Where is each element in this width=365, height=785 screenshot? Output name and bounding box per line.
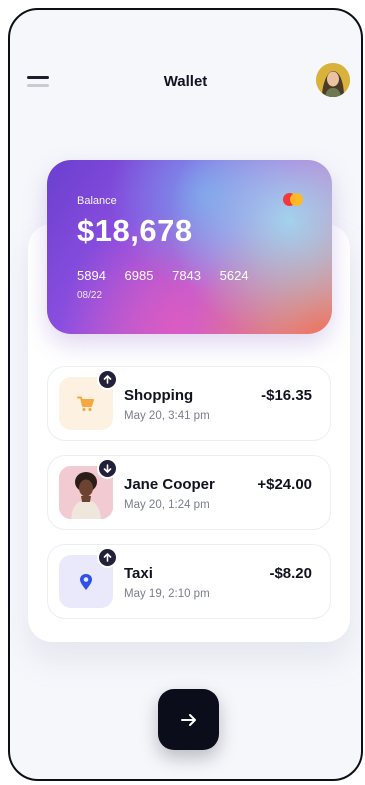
phone-frame: Wallet Balance $18,678 5894 6985 7843 56…: [8, 8, 363, 781]
user-avatar[interactable]: [316, 63, 350, 97]
transaction-amount: -$8.20: [269, 565, 312, 582]
arrow-right-icon: [180, 713, 196, 726]
transaction-amount: -$16.35: [261, 387, 312, 404]
mastercard-icon: [283, 193, 305, 207]
transaction-item-shopping[interactable]: Shopping May 20, 3:41 pm -$16.35: [47, 366, 331, 441]
arrow-up-icon: [97, 369, 118, 390]
card-number-group: 5624: [219, 268, 249, 283]
transaction-item-taxi[interactable]: Taxi May 19, 2:10 pm -$8.20: [47, 544, 331, 619]
page-title: Wallet: [163, 73, 208, 90]
card-number: 5894 6985 7843 5624: [77, 268, 264, 283]
card-number-group: 7843: [172, 268, 202, 283]
arrow-down-icon: [97, 458, 118, 479]
transaction-name: Taxi: [124, 565, 153, 582]
transaction-name: Shopping: [124, 387, 194, 404]
transaction-date: May 19, 2:10 pm: [124, 588, 210, 600]
transaction-name: Jane Cooper: [124, 476, 215, 493]
card-number-group: 6985: [124, 268, 154, 283]
card-expiry: 08/22: [77, 290, 103, 301]
arrow-up-icon: [97, 547, 118, 568]
transaction-amount: +$24.00: [257, 476, 312, 493]
card-number-group: 5894: [77, 268, 106, 283]
transaction-date: May 20, 1:24 pm: [124, 499, 210, 511]
transaction-item-jane-cooper[interactable]: Jane Cooper May 20, 1:24 pm +$24.00: [47, 455, 331, 530]
balance-amount: $18,678: [77, 213, 193, 248]
balance-card[interactable]: Balance $18,678 5894 6985 7843 5624 08/2…: [47, 160, 332, 334]
next-button[interactable]: [158, 689, 219, 750]
balance-label: Balance: [77, 195, 117, 207]
transaction-date: May 20, 3:41 pm: [124, 410, 210, 422]
